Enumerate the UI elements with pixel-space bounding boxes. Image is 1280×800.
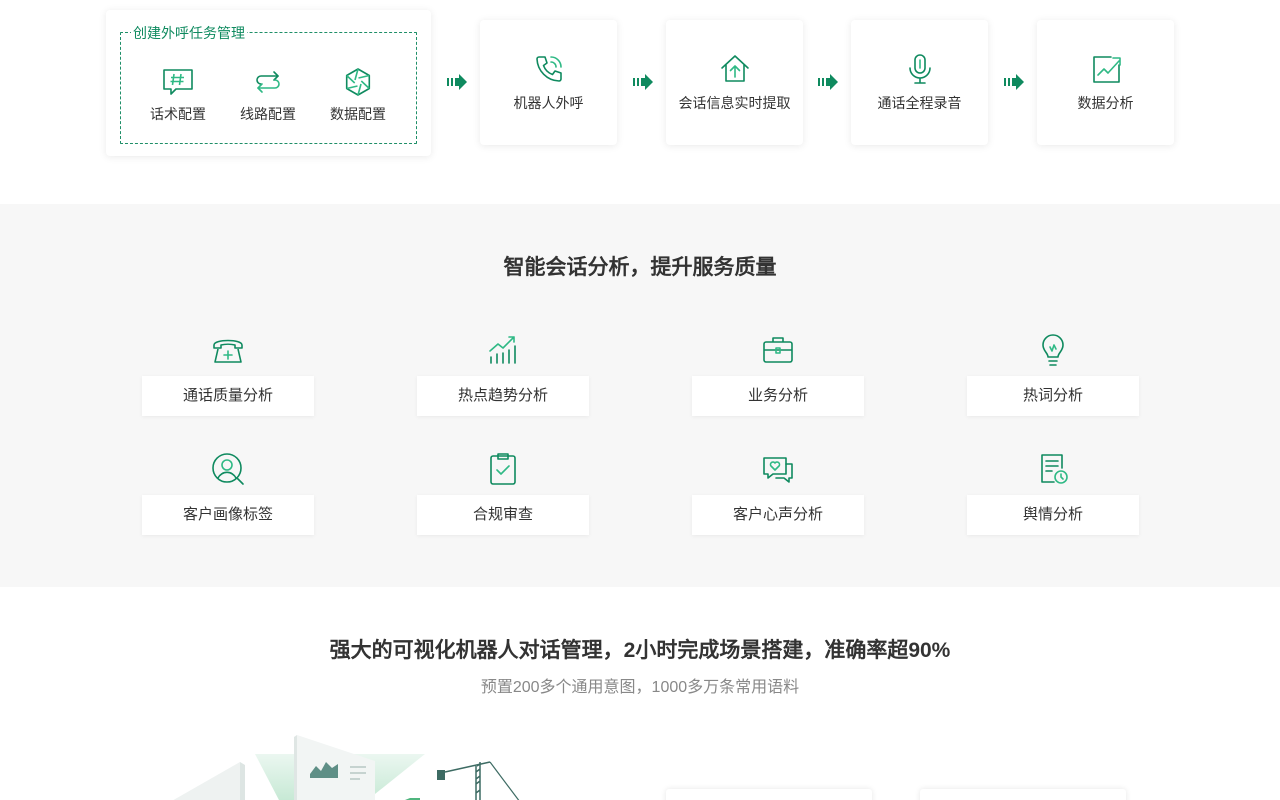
chart-trend-icon	[1089, 52, 1123, 86]
home-arrow-up-icon	[718, 52, 752, 86]
hash-chat-icon	[161, 65, 195, 99]
step-data-analysis[interactable]: 数据分析	[1037, 20, 1174, 145]
step-robot-call-label: 机器人外呼	[513, 95, 584, 111]
feature-business[interactable]: 业务分析	[692, 332, 864, 416]
clipboard-check-icon	[485, 451, 521, 487]
step-realtime-extract-label: 会话信息实时提取	[678, 95, 791, 111]
dialog-management-section: 强大的可视化机器人对话管理，2小时完成场景搭建，准确率超90% 预置200多个通…	[0, 587, 1280, 800]
feature-business-label: 业务分析	[692, 376, 864, 416]
feature-customer-profile[interactable]: 客户画像标签	[142, 451, 314, 535]
briefcase-icon	[760, 332, 796, 368]
feature-customer-profile-label: 客户画像标签	[142, 495, 314, 535]
conversation-analysis-section: 智能会话分析，提升服务质量 通话质量分析 热点趋势分析 业务分析 热词分析 客户…	[0, 204, 1280, 587]
step-full-recording-label: 通话全程录音	[877, 95, 962, 111]
flow-arrow-4	[1004, 74, 1024, 90]
feature-call-quality[interactable]: 通话质量分析	[142, 332, 314, 416]
analysis-title: 智能会话分析，提升服务质量	[503, 256, 777, 279]
feature-customer-voice[interactable]: 客户心声分析	[692, 451, 864, 535]
user-search-icon	[210, 451, 246, 487]
create-task-title: 创建外呼任务管理	[131, 24, 247, 42]
outbound-flow-section: 创建外呼任务管理 话术配置 线路配置 数据配置 机器人外呼 会话信息实时提取 通…	[0, 0, 1280, 204]
feature-public-opinion[interactable]: 舆情分析	[967, 451, 1139, 535]
line-config-item[interactable]: 线路配置	[223, 65, 313, 123]
flow-arrow-3	[818, 74, 838, 90]
feature-compliance-label: 合规审查	[417, 495, 589, 535]
feature-public-opinion-label: 舆情分析	[967, 495, 1139, 535]
data-config-item[interactable]: 数据配置	[313, 65, 403, 123]
phone-icon	[532, 52, 566, 86]
chat-heart-icon	[760, 451, 796, 487]
line-config-label: 线路配置	[240, 106, 296, 122]
feature-card-peek-1	[666, 789, 872, 800]
create-task-group: 创建外呼任务管理 话术配置 线路配置 数据配置	[120, 24, 417, 144]
feature-call-quality-label: 通话质量分析	[142, 376, 314, 416]
feature-compliance[interactable]: 合规审查	[417, 451, 589, 535]
feature-hot-words[interactable]: 热词分析	[967, 332, 1139, 416]
step-robot-call[interactable]: 机器人外呼	[480, 20, 617, 145]
step-full-recording[interactable]: 通话全程录音	[851, 20, 988, 145]
dialog-title: 强大的可视化机器人对话管理，2小时完成场景搭建，准确率超90%	[329, 639, 951, 662]
step-realtime-extract[interactable]: 会话信息实时提取	[666, 20, 803, 145]
script-config-label: 话术配置	[150, 106, 206, 122]
script-config-item[interactable]: 话术配置	[133, 65, 223, 123]
create-task-card: 创建外呼任务管理 话术配置 线路配置 数据配置	[106, 10, 431, 156]
feature-hot-trend-label: 热点趋势分析	[417, 376, 589, 416]
feature-hot-trend[interactable]: 热点趋势分析	[417, 332, 589, 416]
telephone-plus-icon	[210, 332, 246, 368]
feature-customer-voice-label: 客户心声分析	[692, 495, 864, 535]
microphone-icon	[903, 52, 937, 86]
route-arrows-icon	[251, 65, 285, 99]
document-clock-icon	[1035, 451, 1071, 487]
feature-card-peek-2	[920, 789, 1126, 800]
robot-dialog-illustration	[173, 735, 520, 800]
aperture-icon	[341, 65, 375, 99]
data-config-label: 数据配置	[330, 106, 386, 122]
bar-trend-icon	[485, 332, 521, 368]
flow-arrow-1	[447, 74, 467, 90]
lightbulb-icon	[1035, 332, 1071, 368]
dialog-subtitle: 预置200多个通用意图，1000多万条常用语料	[480, 679, 800, 696]
feature-hot-words-label: 热词分析	[967, 376, 1139, 416]
step-data-analysis-label: 数据分析	[1077, 95, 1134, 111]
flow-arrow-2	[633, 74, 653, 90]
